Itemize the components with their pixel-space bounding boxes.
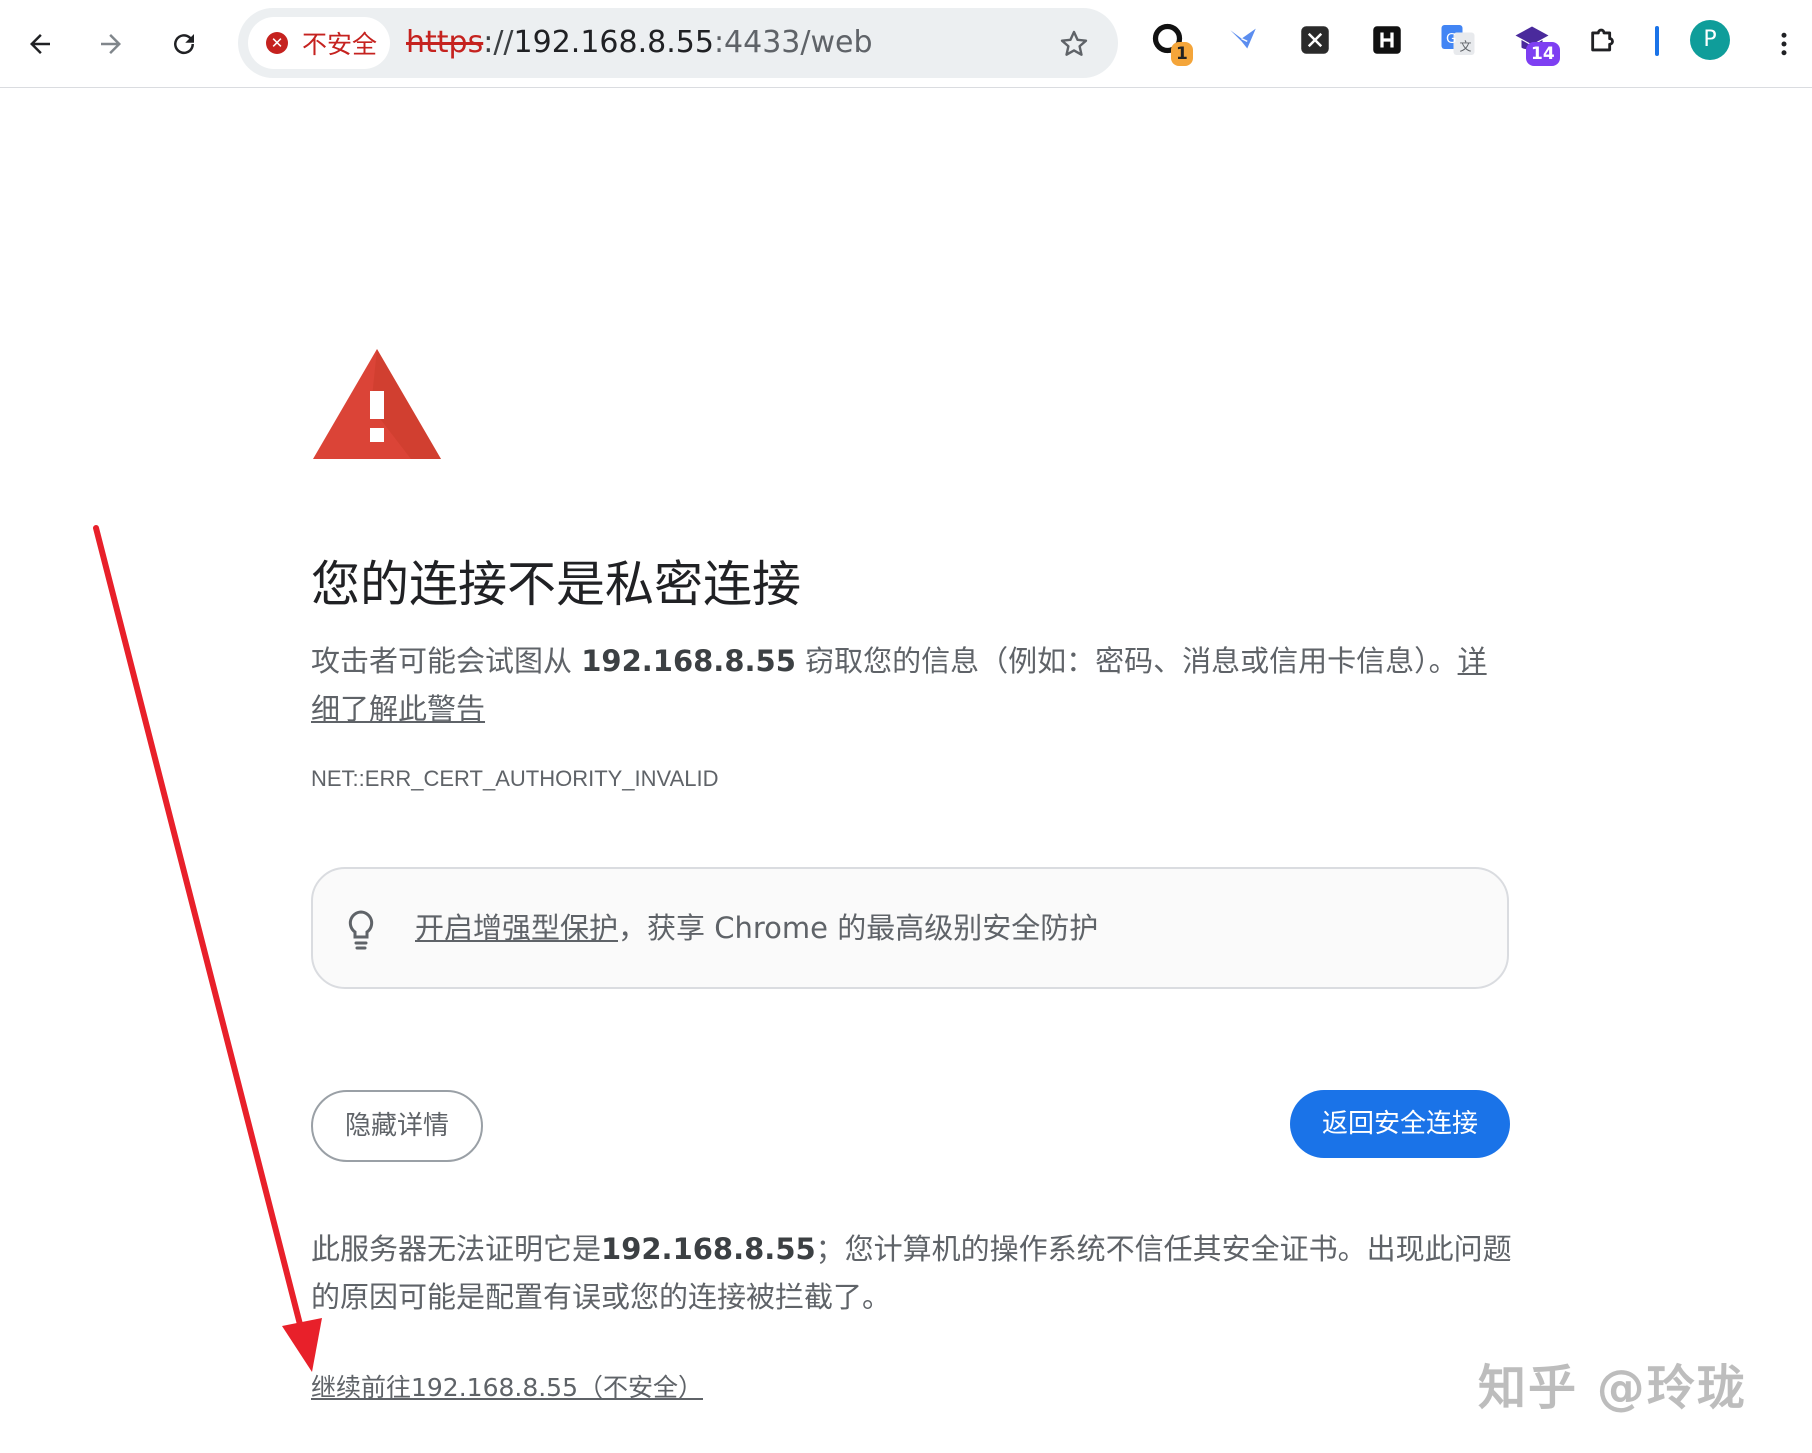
security-chip-label: 不安全 <box>302 30 378 59</box>
h-extension-icon <box>1373 26 1401 54</box>
url-text[interactable]: https://192.168.8.55:4433/web <box>406 8 873 78</box>
extension-3-button[interactable] <box>1295 20 1335 60</box>
back-to-safety-button[interactable]: 返回安全连接 <box>1290 1090 1510 1158</box>
extension-1-badge: 1 <box>1171 42 1193 66</box>
address-bar[interactable]: ✕ 不安全 https://192.168.8.55:4433/web <box>238 8 1118 78</box>
svg-text:G: G <box>1446 31 1456 47</box>
toolbar-divider <box>1655 26 1659 56</box>
extension-6-badge: 14 <box>1526 42 1560 66</box>
extensions-menu-button[interactable] <box>1584 20 1624 60</box>
url-separator: :// <box>483 25 514 60</box>
extension-6-button[interactable]: 14 <box>1512 20 1560 66</box>
browser-toolbar: ✕ 不安全 https://192.168.8.55:4433/web 1 G文… <box>0 0 1812 88</box>
lightbulb-icon <box>348 910 374 950</box>
puzzle-piece-icon <box>1591 28 1614 52</box>
page-title: 您的连接不是私密连接 <box>311 556 802 613</box>
explanation-host: 192.168.8.55 <box>581 644 796 678</box>
more-vert-icon <box>1781 32 1787 56</box>
extension-1-button[interactable]: 1 <box>1149 20 1193 66</box>
site-security-chip[interactable]: ✕ 不安全 <box>248 17 390 69</box>
translate-extension-icon: G文 <box>1441 25 1475 55</box>
enhanced-protection-promo: 开启增强型保护，获享 Chrome 的最高级别安全防护 <box>311 867 1509 989</box>
reload-icon <box>174 34 195 55</box>
warning-triangle-icon <box>313 349 441 459</box>
url-scheme: https <box>406 25 484 60</box>
explanation-suffix: 窃取您的信息（例如：密码、消息或信用卡信息）。 <box>795 644 1458 678</box>
browser-menu-button[interactable] <box>1760 20 1808 68</box>
back-button[interactable] <box>16 20 64 68</box>
not-secure-icon: ✕ <box>266 32 288 54</box>
extension-5-button[interactable]: G文 <box>1438 20 1478 60</box>
details-host: 192.168.8.55 <box>601 1232 816 1266</box>
hide-details-button[interactable]: 隐藏详情 <box>311 1090 483 1162</box>
url-path: :4433/web <box>713 25 873 60</box>
extension-4-button[interactable] <box>1367 20 1407 60</box>
details-prefix: 此服务器无法证明它是 <box>311 1232 602 1266</box>
arrow-right-icon <box>101 34 121 54</box>
url-host: 192.168.8.55 <box>513 25 714 60</box>
bird-extension-icon <box>1230 28 1256 49</box>
watermark: 知乎 @玲珑 <box>1478 1360 1747 1416</box>
promo-text: 开启增强型保护，获享 Chrome 的最高级别安全防护 <box>415 869 1098 987</box>
extension-2-button[interactable] <box>1223 20 1263 60</box>
enhanced-protection-link[interactable]: 开启增强型保护 <box>415 911 618 945</box>
explanation-text: 攻击者可能会试图从 192.168.8.55 窃取您的信息（例如：密码、消息或信… <box>311 637 1509 733</box>
star-icon <box>1060 30 1088 56</box>
forward-button[interactable] <box>87 20 135 68</box>
profile-avatar[interactable]: P <box>1690 20 1730 60</box>
reload-button[interactable] <box>160 20 208 68</box>
error-code: NET::ERR_CERT_AUTHORITY_INVALID <box>311 766 719 791</box>
x-extension-icon <box>1301 26 1329 54</box>
details-text: 此服务器无法证明它是192.168.8.55；您计算机的操作系统不信任其安全证书… <box>311 1225 1521 1321</box>
promo-suffix: ，获享 Chrome 的最高级别安全防护 <box>618 911 1099 945</box>
arrow-left-icon <box>30 34 50 54</box>
explanation-prefix: 攻击者可能会试图从 <box>311 644 582 678</box>
proceed-unsafe-link[interactable]: 继续前往192.168.8.55（不安全） <box>311 1368 703 1404</box>
bookmark-star-button[interactable] <box>1058 28 1090 60</box>
svg-text:文: 文 <box>1460 39 1472 54</box>
